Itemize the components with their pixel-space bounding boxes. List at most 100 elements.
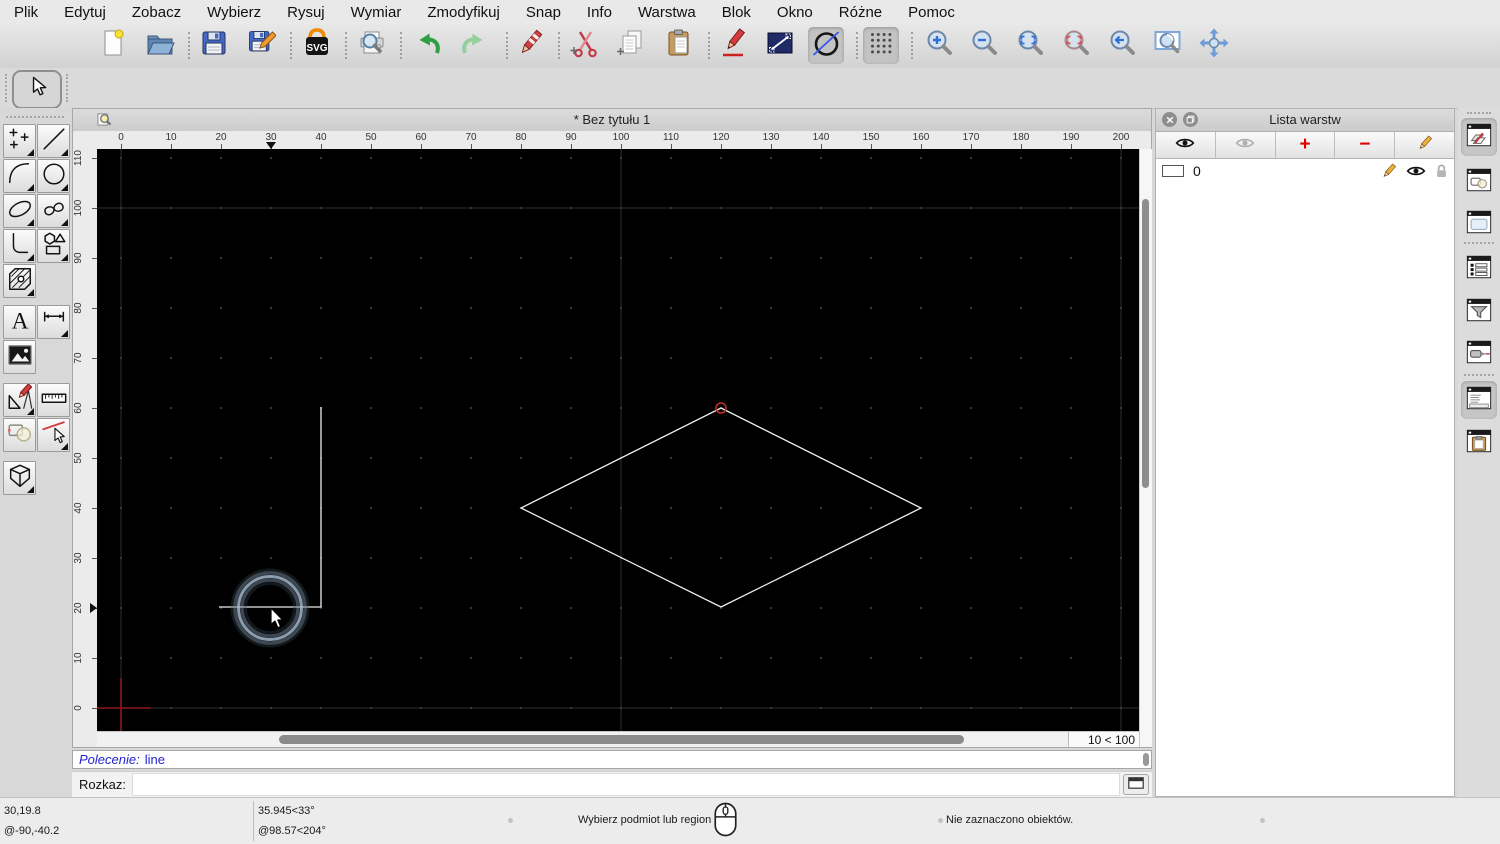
edit-pen-button[interactable] [716,27,752,64]
drawing-canvas[interactable] [97,149,1139,731]
circle-attributes-icon [811,28,841,63]
toolbar-separator [290,32,292,59]
print-preview-button[interactable] [354,27,390,64]
canvas-graphics [97,149,1139,731]
vertical-scrollbar[interactable] [1139,149,1152,747]
remove-layer-button[interactable]: − [1335,132,1396,158]
statusbar-separator [253,801,254,841]
redo-button[interactable] [456,27,492,64]
zoom-previous-button[interactable] [1058,27,1094,64]
layer-edit-icon[interactable] [1381,163,1397,179]
zoom-pan-button[interactable] [1196,27,1232,64]
menu-plik[interactable]: Plik [14,4,38,21]
line-attributes-button[interactable] [762,27,798,64]
zoom-auto-button[interactable] [1012,27,1048,64]
copy-button[interactable] [614,27,650,64]
horizontal-scrollbar-thumb[interactable] [279,735,964,744]
dock-block-list-button[interactable] [1461,163,1497,201]
zoom-in-icon [924,28,954,63]
cut-button[interactable] [567,27,603,64]
zoom-window-button[interactable] [1150,27,1186,64]
menu-rozne[interactable]: Różne [839,4,882,21]
v-ruler-label: 90 [73,252,84,264]
draw-polygon-button[interactable] [37,229,70,263]
menu-edytuj[interactable]: Edytuj [64,4,106,21]
show-all-layers-button[interactable] [1156,132,1216,158]
zoom-out-button[interactable] [966,27,1002,64]
menu-info[interactable]: Info [587,4,612,21]
delete-eraser-button[interactable] [512,27,548,64]
document-titlebar[interactable]: * Bez tytułu 1 [73,109,1151,132]
vertical-scrollbar-thumb[interactable] [1142,199,1149,488]
select-pointer-button[interactable] [12,70,62,109]
dimension-button[interactable] [37,305,70,339]
save-button[interactable] [196,27,232,64]
layer-row[interactable]: 0 [1156,159,1454,182]
draw-spline-button[interactable] [37,194,70,228]
draw-circle-button[interactable] [37,159,70,193]
command-dock-button[interactable] [1123,774,1149,795]
h-ruler-label: 20 [215,132,227,143]
menu-snap[interactable]: Snap [526,4,561,21]
draw-points-button[interactable] [3,124,36,158]
layer-panel-toolbar: + − [1156,132,1454,159]
edit-entities-button[interactable] [3,418,36,452]
command-input[interactable] [131,773,1120,796]
modify-tools-button[interactable] [3,382,36,417]
delete-entity-button[interactable] [37,418,70,452]
menu-wymiar[interactable]: Wymiar [351,4,402,21]
menu-rysuj[interactable]: Rysuj [287,4,325,21]
dock-clipboard-button[interactable] [1461,424,1497,462]
dock-library-button[interactable] [1461,205,1497,243]
layer-visible-icon[interactable] [1406,164,1426,178]
dock-command-line-button[interactable] [1461,381,1497,419]
save-as-button[interactable] [243,27,279,64]
svg-text:A: A [11,308,28,334]
menu-warstwa[interactable]: Warstwa [638,4,696,21]
add-layer-button[interactable]: + [1276,132,1336,158]
toolbar-separator [911,32,913,59]
zoom-back-button[interactable] [1104,27,1140,64]
h-ruler-label: 150 [862,132,880,143]
toolbar-separator [856,32,858,59]
menu-zobacz[interactable]: Zobacz [132,4,181,21]
export-svg-button[interactable]: SVG [299,27,335,64]
open-file-button[interactable] [142,27,178,64]
h-ruler-label: 80 [515,132,527,143]
grid-toggle-button[interactable] [863,27,899,64]
dock-filter-button[interactable] [1461,293,1497,331]
draw-text-button[interactable]: A [3,305,36,339]
menu-pomoc[interactable]: Pomoc [908,4,955,21]
menu-okno[interactable]: Okno [777,4,813,21]
submenu-triangle-icon [61,443,68,450]
circle-attributes-button[interactable] [808,27,844,64]
v-ruler-label: 10 [73,652,84,664]
measure-ruler-button[interactable] [37,383,70,417]
new-document-button[interactable] [95,27,131,64]
v-ruler-label: 0 [73,705,84,711]
zoom-in-button[interactable] [921,27,957,64]
dock-entity-list-button[interactable] [1461,250,1497,288]
draw-line-button[interactable] [37,124,70,158]
insert-image-button[interactable] [3,340,36,374]
menu-zmodyfikuj[interactable]: Zmodyfikuj [427,4,500,21]
draw-ellipse-button[interactable] [3,194,36,228]
h-ruler-label: 110 [663,132,679,143]
hide-all-layers-button[interactable] [1216,132,1276,158]
command-history-scrollbar[interactable] [1143,753,1149,766]
v-ruler-label: 80 [73,302,84,314]
menu-blok[interactable]: Blok [722,4,751,21]
layer-lock-icon[interactable] [1435,163,1448,179]
dock-layer-list-button[interactable] [1461,118,1497,156]
toolbar-handle [5,74,7,102]
modify-layer-button[interactable] [1395,132,1454,158]
paste-button[interactable] [661,27,697,64]
dock-device-button[interactable] [1461,335,1497,373]
view-3d-button[interactable] [3,461,36,495]
draw-hatch-button[interactable] [3,264,36,298]
draw-arc-button[interactable] [3,159,36,193]
menu-wybierz[interactable]: Wybierz [207,4,261,21]
horizontal-scrollbar[interactable]: 10 < 100 [97,731,1139,747]
undo-button[interactable] [410,27,446,64]
draw-polyline-button[interactable] [3,229,36,263]
